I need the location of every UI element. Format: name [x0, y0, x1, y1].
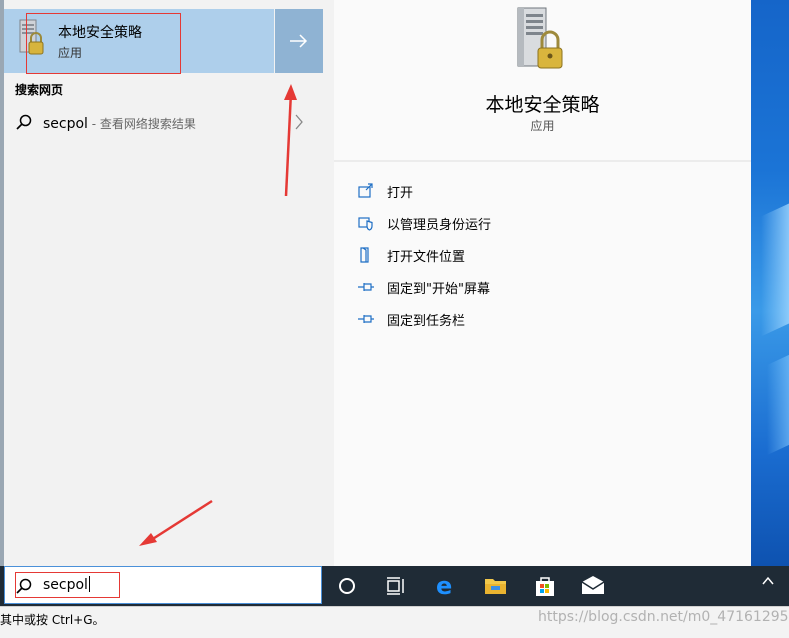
pin-icon — [357, 279, 375, 295]
details-divider — [334, 160, 751, 162]
action-label: 以管理员身份运行 — [387, 217, 492, 233]
server-lock-icon — [514, 6, 570, 74]
action-pin-to-start[interactable]: 固定到"开始"屏幕 — [357, 276, 490, 298]
action-open[interactable]: 打开 — [357, 180, 413, 202]
details-app-type: 应用 — [530, 119, 555, 133]
annotation-box-search — [15, 572, 120, 598]
cortana-icon[interactable] — [335, 574, 361, 598]
shield-icon — [357, 215, 375, 231]
svg-text:e: e — [436, 574, 452, 598]
action-label: 打开 — [387, 185, 414, 201]
store-icon[interactable] — [532, 574, 558, 598]
open-icon — [357, 183, 375, 199]
details-app-title: 本地安全策略 — [485, 94, 600, 116]
file-location-icon — [357, 247, 375, 263]
action-label: 打开文件位置 — [387, 249, 466, 265]
pin-icon — [357, 311, 375, 327]
edge-icon[interactable]: e — [433, 574, 459, 598]
task-view-icon[interactable] — [383, 574, 409, 598]
action-pin-to-taskbar[interactable]: 固定到任务栏 — [357, 308, 465, 330]
mail-icon[interactable] — [580, 574, 606, 598]
watermark-text: https://blog.csdn.net/m0_47161295 — [538, 609, 789, 625]
status-text: 其中或按 Ctrl+G。 — [0, 613, 105, 627]
action-open-file-location[interactable]: 打开文件位置 — [357, 244, 465, 266]
action-label: 固定到任务栏 — [387, 313, 466, 329]
tray-chevron-up-icon[interactable] — [761, 574, 775, 588]
action-run-as-admin[interactable]: 以管理员身份运行 — [357, 212, 491, 234]
file-explorer-icon[interactable] — [483, 574, 509, 598]
action-label: 固定到"开始"屏幕 — [387, 281, 490, 297]
